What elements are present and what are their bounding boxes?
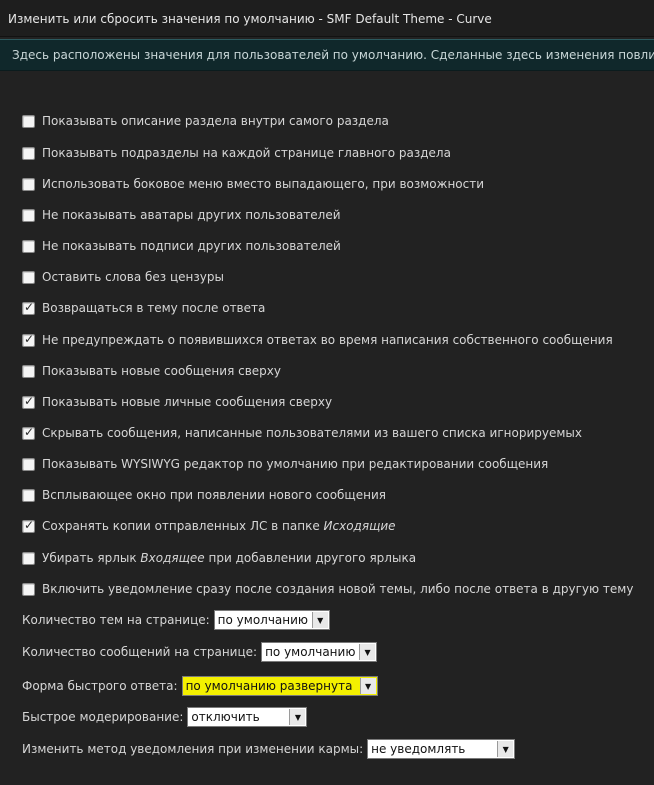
karma-notify-row: Изменить метод уведомления при изменении… xyxy=(22,738,516,760)
checkbox[interactable] xyxy=(22,177,35,191)
window-title: Изменить или сбросить значения по умолча… xyxy=(8,12,492,26)
option-label: Показывать описание раздела внутри самог… xyxy=(42,114,389,128)
option-label: Убирать ярлык Входящее при добавлении др… xyxy=(42,551,417,565)
messages-per-page-label: Количество сообщений на странице: xyxy=(22,645,258,659)
option-label: Показывать новые личные сообщения сверху xyxy=(42,395,333,409)
quick-moderation-row: Быстрое модерирование: отключить ▼ xyxy=(22,706,308,728)
option-wysiwyg-default[interactable]: Показывать WYSIWYG редактор по умолчанию… xyxy=(22,456,548,472)
topics-per-page-label: Количество тем на странице: xyxy=(22,613,210,627)
quick-reply-row: Форма быстрого ответа: по умолчанию разв… xyxy=(22,675,378,697)
info-bar: Здесь расположены значения для пользоват… xyxy=(0,39,654,71)
quick-moderation-select[interactable]: отключить ▼ xyxy=(187,707,308,727)
checkbox[interactable] xyxy=(22,551,35,565)
topics-per-page-select[interactable]: по умолчанию ▼ xyxy=(213,610,330,630)
quick-reply-label: Форма быстрого ответа: xyxy=(22,679,178,693)
option-view-newest-first[interactable]: Показывать новые сообщения сверху xyxy=(22,363,281,379)
select-value: по умолчанию xyxy=(265,645,356,659)
option-label: Всплывающее окно при появлении нового со… xyxy=(42,488,386,502)
checkbox[interactable] xyxy=(22,300,35,315)
option-label: Показывать подразделы на каждой странице… xyxy=(42,146,451,160)
checkbox[interactable] xyxy=(22,488,35,502)
option-label: Скрывать сообщения, написанные пользоват… xyxy=(42,426,582,440)
checkbox[interactable] xyxy=(22,364,35,378)
karma-notify-select[interactable]: не уведомлять ▼ xyxy=(367,739,516,759)
karma-notify-label: Изменить метод уведомления при изменении… xyxy=(22,742,364,756)
option-auto-notify[interactable]: Включить уведомление сразу после создани… xyxy=(22,581,633,597)
option-label: Возвращаться в тему после ответа xyxy=(42,301,266,315)
checkbox[interactable] xyxy=(22,332,35,347)
messages-per-page-select[interactable]: по умолчанию ▼ xyxy=(261,642,378,662)
option-copy-to-outbox[interactable]: Сохранять копии отправленных ЛС в папке … xyxy=(22,518,396,534)
option-no-censor[interactable]: Оставить слова без цензуры xyxy=(22,269,224,285)
option-hide-ignored-posts[interactable]: Скрывать сообщения, написанные пользоват… xyxy=(22,425,582,441)
checkbox[interactable] xyxy=(22,270,35,284)
checkbox[interactable] xyxy=(22,582,35,596)
chevron-down-icon[interactable]: ▼ xyxy=(359,678,376,694)
checkbox[interactable] xyxy=(22,146,35,160)
option-remove-inbox-label[interactable]: Убирать ярлык Входящее при добавлении др… xyxy=(22,550,416,566)
option-show-child-boards[interactable]: Показывать подразделы на каждой странице… xyxy=(22,145,451,161)
option-use-sidebar-menu[interactable]: Использовать боковое меню вместо выпадаю… xyxy=(22,176,484,192)
chevron-down-icon[interactable]: ▼ xyxy=(359,644,376,660)
quick-reply-select[interactable]: по умолчанию развернута ▼ xyxy=(181,676,378,696)
option-return-to-post[interactable]: Возвращаться в тему после ответа xyxy=(22,300,265,316)
quick-moderation-label: Быстрое модерирование: xyxy=(22,710,184,724)
chevron-down-icon[interactable]: ▼ xyxy=(497,741,514,757)
option-hide-avatars[interactable]: Не показывать аватары других пользовател… xyxy=(22,207,341,223)
option-label: Не предупреждать о появившихся ответах в… xyxy=(42,333,613,347)
option-label: Сохранять копии отправленных ЛС в папке … xyxy=(42,519,396,533)
checkbox[interactable] xyxy=(22,457,35,471)
topics-per-page-row: Количество тем на странице: по умолчанию… xyxy=(22,609,330,631)
select-value: отключить xyxy=(191,710,260,724)
option-label: Не показывать аватары других пользовател… xyxy=(42,208,341,222)
option-label: Оставить слова без цензуры xyxy=(42,270,224,284)
checkbox[interactable] xyxy=(22,394,35,409)
select-value: не уведомлять xyxy=(371,742,466,756)
option-label: Показывать новые сообщения сверху xyxy=(42,364,281,378)
option-popup-new-pm[interactable]: Всплывающее окно при появлении нового со… xyxy=(22,487,386,503)
select-value: по умолчанию xyxy=(217,613,309,627)
option-hide-signatures[interactable]: Не показывать подписи других пользовател… xyxy=(22,238,341,254)
option-label: Показывать WYSIWYG редактор по умолчанию… xyxy=(42,457,549,471)
checkbox[interactable] xyxy=(22,239,35,253)
checkbox[interactable] xyxy=(22,425,35,440)
option-show-board-description[interactable]: Показывать описание раздела внутри самог… xyxy=(22,113,389,129)
checkbox[interactable] xyxy=(22,114,35,128)
option-label: Не показывать подписи других пользовател… xyxy=(42,239,341,253)
chevron-down-icon[interactable]: ▼ xyxy=(311,612,328,628)
window-title-bar: Изменить или сбросить значения по умолча… xyxy=(0,0,654,37)
info-text: Здесь расположены значения для пользоват… xyxy=(12,48,654,62)
option-view-newest-pm-first[interactable]: Показывать новые личные сообщения сверху xyxy=(22,394,332,410)
option-label: Использовать боковое меню вместо выпадаю… xyxy=(42,177,485,191)
chevron-down-icon[interactable]: ▼ xyxy=(289,709,306,725)
select-value: по умолчанию развернута xyxy=(185,679,353,693)
messages-per-page-row: Количество сообщений на странице: по умо… xyxy=(22,641,378,663)
option-label: Включить уведомление сразу после создани… xyxy=(42,582,634,596)
checkbox[interactable] xyxy=(22,208,35,222)
option-no-new-reply-warning[interactable]: Не предупреждать о появившихся ответах в… xyxy=(22,332,613,348)
checkbox[interactable] xyxy=(22,518,35,533)
